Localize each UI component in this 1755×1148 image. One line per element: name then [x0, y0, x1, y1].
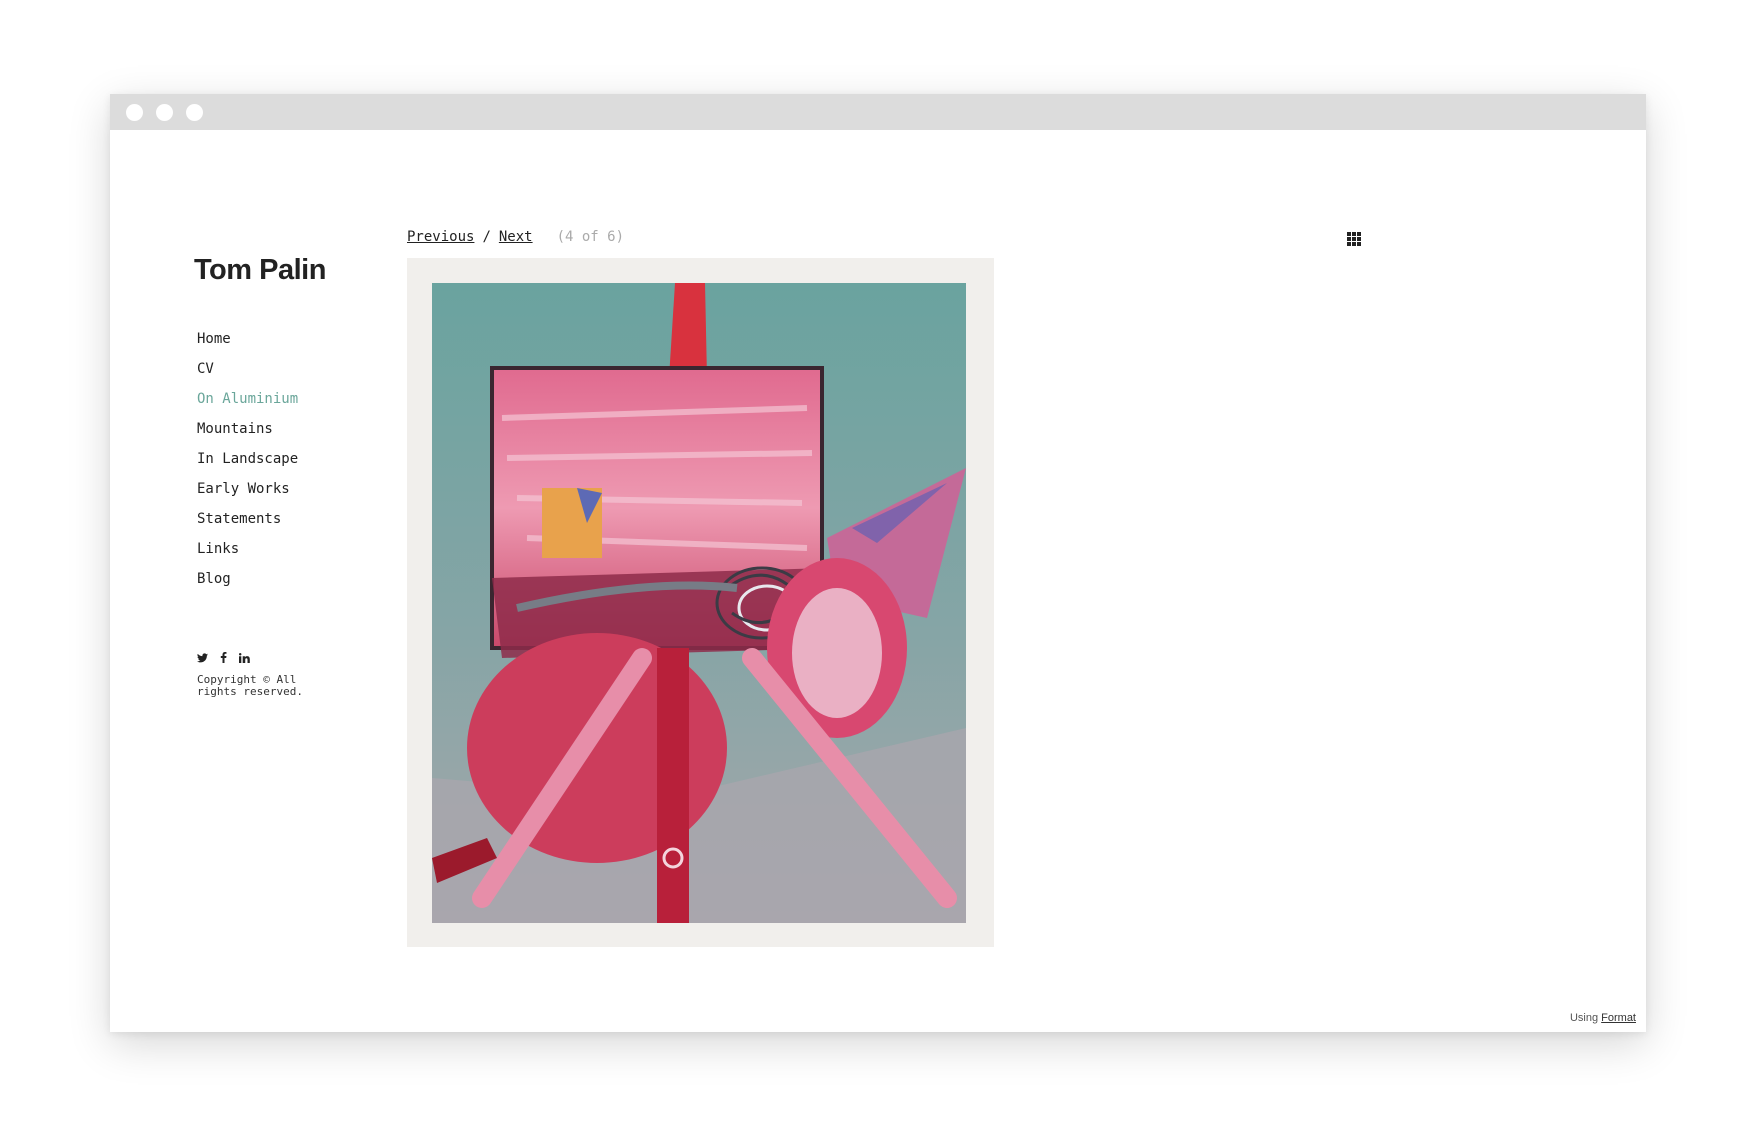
image-counter: (4 of 6)	[556, 229, 625, 245]
previous-link[interactable]: Previous	[407, 229, 474, 245]
twitter-icon[interactable]	[197, 652, 208, 666]
window-maximize-dot[interactable]	[186, 104, 203, 121]
nav-item-statements[interactable]: Statements	[197, 510, 298, 540]
artwork-image[interactable]	[407, 258, 994, 947]
grid-view-icon[interactable]	[1347, 232, 1361, 246]
nav-item-in-landscape[interactable]: In Landscape	[197, 450, 298, 480]
window-close-dot[interactable]	[126, 104, 143, 121]
facebook-icon[interactable]	[220, 652, 227, 666]
credit-prefix: Using	[1569, 1012, 1599, 1024]
browser-window: Tom Palin Home CV On Aluminium Mountains…	[110, 94, 1646, 1032]
pager-separator: /	[482, 229, 491, 245]
copyright-text: Copyright © All rights reserved.	[197, 673, 303, 698]
main-nav: Home CV On Aluminium Mountains In Landsc…	[197, 330, 298, 600]
gallery-pager: Previous / Next (4 of 6)	[407, 229, 624, 245]
painting-image	[432, 283, 966, 923]
nav-item-cv[interactable]: CV	[197, 360, 298, 390]
browser-titlebar	[110, 94, 1646, 130]
window-minimize-dot[interactable]	[156, 104, 173, 121]
nav-item-mountains[interactable]: Mountains	[197, 420, 298, 450]
nav-item-early-works[interactable]: Early Works	[197, 480, 298, 510]
format-credit: Using Format	[1570, 1012, 1636, 1024]
social-links	[197, 652, 250, 666]
format-link[interactable]: Format	[1601, 1012, 1636, 1024]
nav-item-links[interactable]: Links	[197, 540, 298, 570]
nav-item-blog[interactable]: Blog	[197, 570, 298, 600]
nav-item-on-aluminium[interactable]: On Aluminium	[197, 390, 298, 420]
next-link[interactable]: Next	[499, 229, 533, 245]
nav-item-home[interactable]: Home	[197, 330, 298, 360]
site-title[interactable]: Tom Palin	[194, 254, 326, 287]
linkedin-icon[interactable]	[239, 652, 250, 666]
